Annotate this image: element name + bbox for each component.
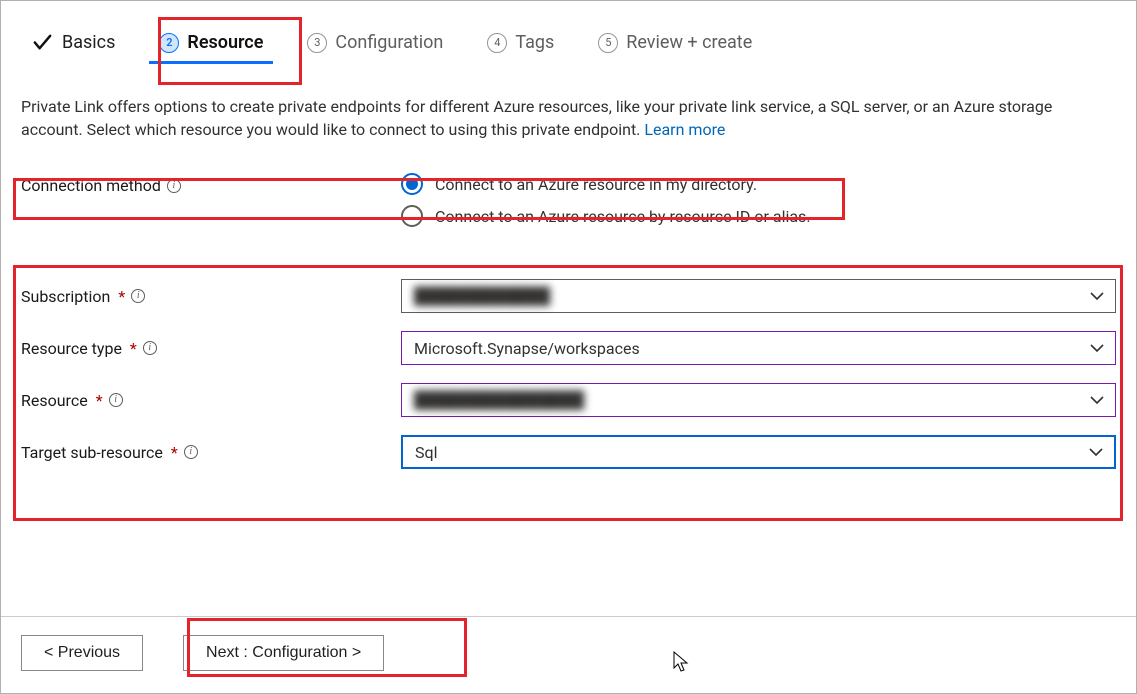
option-label: Connect to an Azure resource by resource…	[435, 207, 811, 226]
required-asterisk: *	[96, 391, 103, 410]
step-number-icon: 2	[159, 33, 179, 53]
connection-method-option-directory[interactable]: Connect to an Azure resource in my direc…	[401, 173, 1116, 195]
tab-configuration[interactable]: 3 Configuration	[297, 24, 453, 64]
required-asterisk: *	[118, 287, 125, 306]
resource-type-select[interactable]: Microsoft.Synapse/workspaces	[401, 331, 1116, 365]
subscription-label: Subscription	[21, 287, 110, 306]
info-icon[interactable]: i	[109, 393, 123, 407]
description-text: Private Link offers options to create pr…	[21, 97, 1052, 139]
step-number-icon: 5	[598, 33, 618, 53]
step-number-icon: 3	[307, 33, 327, 53]
chevron-down-icon	[1088, 444, 1104, 460]
step-number-icon: 4	[487, 33, 507, 53]
resource-select[interactable]: ███████████████	[401, 383, 1116, 417]
info-icon[interactable]: i	[131, 289, 145, 303]
info-icon[interactable]: i	[143, 341, 157, 355]
resource-type-label: Resource type	[21, 339, 122, 358]
connection-method-label: Connection method	[21, 176, 161, 195]
chevron-down-icon	[1089, 288, 1105, 304]
chevron-down-icon	[1089, 392, 1105, 408]
tab-label: Review + create	[626, 32, 752, 53]
tab-resource[interactable]: 2 Resource	[149, 24, 273, 64]
select-value: Sql	[415, 443, 437, 462]
target-sub-resource-label: Target sub-resource	[21, 443, 163, 462]
option-label: Connect to an Azure resource in my direc…	[435, 175, 757, 194]
wizard-footer: < Previous Next : Configuration >	[1, 616, 1136, 693]
tab-label: Basics	[62, 32, 115, 53]
select-value: ███████████████	[414, 390, 584, 410]
tab-tags[interactable]: 4 Tags	[477, 24, 564, 64]
tab-label: Resource	[187, 32, 263, 53]
next-configuration-button[interactable]: Next : Configuration >	[183, 635, 384, 671]
tab-basics[interactable]: Basics	[21, 23, 125, 65]
info-icon[interactable]: i	[167, 179, 181, 193]
required-asterisk: *	[171, 443, 178, 462]
required-asterisk: *	[130, 339, 137, 358]
tab-review-create[interactable]: 5 Review + create	[588, 24, 762, 64]
target-sub-resource-select[interactable]: Sql	[401, 435, 1116, 469]
resource-label: Resource	[21, 391, 88, 410]
learn-more-link[interactable]: Learn more	[644, 120, 725, 139]
page-description: Private Link offers options to create pr…	[21, 95, 1116, 141]
radio-icon	[401, 173, 423, 195]
connection-method-option-resourceid[interactable]: Connect to an Azure resource by resource…	[401, 205, 1116, 227]
info-icon[interactable]: i	[184, 445, 198, 459]
tab-label: Configuration	[335, 32, 443, 53]
radio-icon	[401, 205, 423, 227]
wizard-tabs: Basics 2 Resource 3 Configuration 4 Tags…	[21, 23, 1116, 65]
tab-label: Tags	[515, 32, 554, 53]
subscription-select[interactable]: ████████████	[401, 279, 1116, 313]
select-value: ████████████	[414, 286, 550, 306]
chevron-down-icon	[1089, 340, 1105, 356]
select-value: Microsoft.Synapse/workspaces	[414, 339, 640, 358]
previous-button[interactable]: < Previous	[21, 635, 143, 671]
check-icon	[31, 31, 54, 54]
